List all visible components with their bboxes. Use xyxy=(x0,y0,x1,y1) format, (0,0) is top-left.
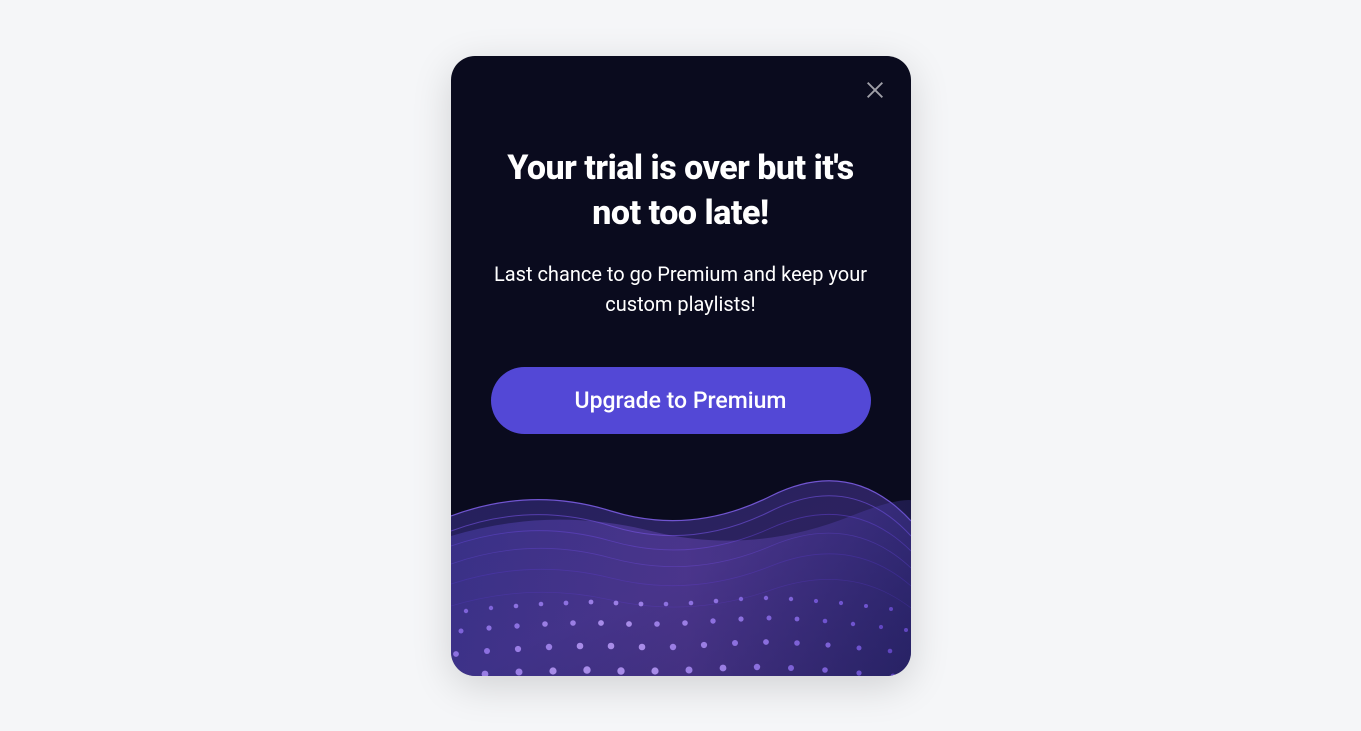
modal-content: Your trial is over but it's not too late… xyxy=(451,56,911,435)
modal-subtitle: Last chance to go Premium and keep your … xyxy=(491,259,871,319)
wave-graphic xyxy=(451,436,911,676)
modal-title: Your trial is over but it's not too late… xyxy=(491,146,871,238)
upgrade-button[interactable]: Upgrade to Premium xyxy=(491,367,871,434)
trial-over-modal: Your trial is over but it's not too late… xyxy=(451,56,911,676)
close-icon xyxy=(864,79,886,104)
close-button[interactable] xyxy=(859,76,891,108)
